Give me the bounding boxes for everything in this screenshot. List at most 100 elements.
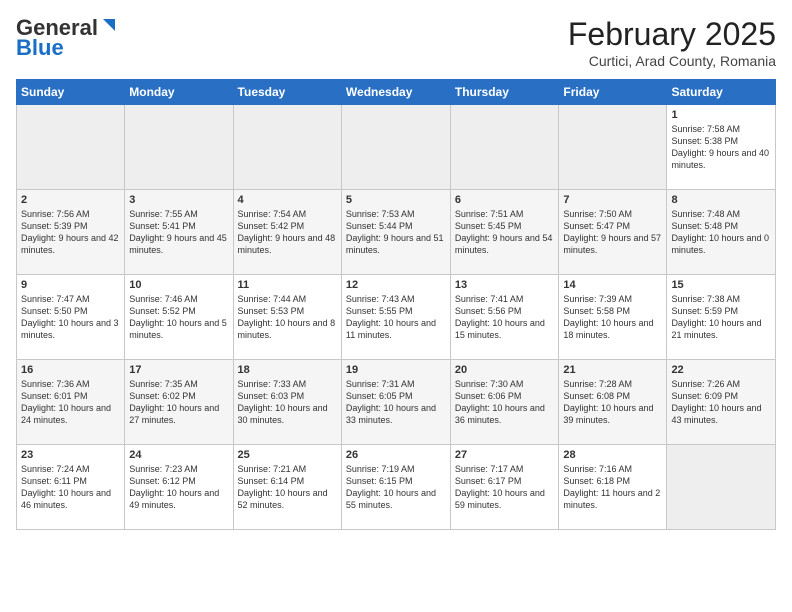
day-info: Sunrise: 7:21 AM Sunset: 6:14 PM Dayligh… xyxy=(238,463,337,512)
day-info: Sunrise: 7:33 AM Sunset: 6:03 PM Dayligh… xyxy=(238,378,337,427)
day-number: 1 xyxy=(671,109,771,121)
day-info: Sunrise: 7:58 AM Sunset: 5:38 PM Dayligh… xyxy=(671,123,771,172)
day-info: Sunrise: 7:54 AM Sunset: 5:42 PM Dayligh… xyxy=(238,208,337,257)
day-number: 2 xyxy=(21,194,120,206)
day-info: Sunrise: 7:30 AM Sunset: 6:06 PM Dayligh… xyxy=(455,378,555,427)
day-number: 4 xyxy=(238,194,337,206)
day-number: 14 xyxy=(563,279,662,291)
day-cell: 24Sunrise: 7:23 AM Sunset: 6:12 PM Dayli… xyxy=(125,445,233,530)
day-info: Sunrise: 7:43 AM Sunset: 5:55 PM Dayligh… xyxy=(346,293,446,342)
day-cell: 16Sunrise: 7:36 AM Sunset: 6:01 PM Dayli… xyxy=(17,360,125,445)
header-monday: Monday xyxy=(125,80,233,105)
day-number: 9 xyxy=(21,279,120,291)
header-friday: Friday xyxy=(559,80,667,105)
day-number: 20 xyxy=(455,364,555,376)
day-cell: 17 Sunrise: 7:35 AM Sunset: 6:02 PM Dayli… xyxy=(125,360,233,445)
day-info: Sunrise: 7:16 AM Sunset: 6:18 PM Dayligh… xyxy=(563,463,662,512)
day-cell: 10 Sunrise: 7:46 AM Sunset: 5:52 PM Dayli… xyxy=(125,275,233,360)
day-info: Sunrise: 7:55 AM Sunset: 5:41 PM Dayligh… xyxy=(129,208,228,257)
day-cell xyxy=(233,105,341,190)
logo: General Blue xyxy=(16,16,117,60)
day-number: 10 xyxy=(129,279,228,291)
week-row-3: 9 Sunrise: 7:47 AM Sunset: 5:50 PM Daylig… xyxy=(17,275,776,360)
day-info: Sunrise: 7:44 AM Sunset: 5:53 PM Dayligh… xyxy=(238,293,337,342)
week-row-1: 1 Sunrise: 7:58 AM Sunset: 5:38 PM Daylig… xyxy=(17,105,776,190)
day-number: 6 xyxy=(455,194,555,206)
day-cell: 23Sunrise: 7:24 AM Sunset: 6:11 PM Dayli… xyxy=(17,445,125,530)
day-number: 18 xyxy=(238,364,337,376)
weekday-header-row: Sunday Monday Tuesday Wednesday Thursday… xyxy=(17,80,776,105)
day-cell: 26 Sunrise: 7:19 AM Sunset: 6:15 PM Dayli… xyxy=(341,445,450,530)
day-cell: 14 Sunrise: 7:39 AM Sunset: 5:58 PM Dayli… xyxy=(559,275,667,360)
day-number: 26 xyxy=(346,449,446,461)
day-cell xyxy=(559,105,667,190)
day-cell: 28 Sunrise: 7:16 AM Sunset: 6:18 PM Dayli… xyxy=(559,445,667,530)
day-cell: 3 Sunrise: 7:55 AM Sunset: 5:41 PM Daylig… xyxy=(125,190,233,275)
day-cell: 4 Sunrise: 7:54 AM Sunset: 5:42 PM Daylig… xyxy=(233,190,341,275)
calendar-table: Sunday Monday Tuesday Wednesday Thursday… xyxy=(16,79,776,530)
day-info: Sunrise: 7:48 AM Sunset: 5:48 PM Dayligh… xyxy=(671,208,771,257)
day-number: 27 xyxy=(455,449,555,461)
day-number: 13 xyxy=(455,279,555,291)
week-row-5: 23Sunrise: 7:24 AM Sunset: 6:11 PM Dayli… xyxy=(17,445,776,530)
day-info: Sunrise: 7:17 AM Sunset: 6:17 PM Dayligh… xyxy=(455,463,555,512)
day-cell: 18 Sunrise: 7:33 AM Sunset: 6:03 PM Dayli… xyxy=(233,360,341,445)
day-cell: 27 Sunrise: 7:17 AM Sunset: 6:17 PM Dayli… xyxy=(450,445,559,530)
day-info: Sunrise: 7:41 AM Sunset: 5:56 PM Dayligh… xyxy=(455,293,555,342)
day-info: Sunrise: 7:38 AM Sunset: 5:59 PM Dayligh… xyxy=(671,293,771,342)
day-info: Sunrise: 7:31 AM Sunset: 6:05 PM Dayligh… xyxy=(346,378,446,427)
day-number: 12 xyxy=(346,279,446,291)
day-cell: 21Sunrise: 7:28 AM Sunset: 6:08 PM Dayli… xyxy=(559,360,667,445)
day-info: Sunrise: 7:46 AM Sunset: 5:52 PM Dayligh… xyxy=(129,293,228,342)
day-number: 8 xyxy=(671,194,771,206)
day-info: Sunrise: 7:47 AM Sunset: 5:50 PM Dayligh… xyxy=(21,293,120,342)
header-wednesday: Wednesday xyxy=(341,80,450,105)
day-number: 23 xyxy=(21,449,120,461)
day-info: Sunrise: 7:19 AM Sunset: 6:15 PM Dayligh… xyxy=(346,463,446,512)
day-cell: 8 Sunrise: 7:48 AM Sunset: 5:48 PM Daylig… xyxy=(667,190,776,275)
day-cell: 22Sunrise: 7:26 AM Sunset: 6:09 PM Dayli… xyxy=(667,360,776,445)
month-year-title: February 2025 xyxy=(568,16,776,53)
week-row-2: 2Sunrise: 7:56 AM Sunset: 5:39 PM Daylig… xyxy=(17,190,776,275)
day-info: Sunrise: 7:51 AM Sunset: 5:45 PM Dayligh… xyxy=(455,208,555,257)
logo-arrow-icon xyxy=(99,17,117,35)
day-number: 3 xyxy=(129,194,228,206)
day-cell: 25 Sunrise: 7:21 AM Sunset: 6:14 PM Dayli… xyxy=(233,445,341,530)
day-cell xyxy=(17,105,125,190)
header-saturday: Saturday xyxy=(667,80,776,105)
day-cell: 1 Sunrise: 7:58 AM Sunset: 5:38 PM Daylig… xyxy=(667,105,776,190)
day-cell xyxy=(341,105,450,190)
day-cell xyxy=(125,105,233,190)
day-cell: 15 Sunrise: 7:38 AM Sunset: 5:59 PM Dayli… xyxy=(667,275,776,360)
day-number: 19 xyxy=(346,364,446,376)
day-cell: 20 Sunrise: 7:30 AM Sunset: 6:06 PM Dayli… xyxy=(450,360,559,445)
header-thursday: Thursday xyxy=(450,80,559,105)
day-cell: 2Sunrise: 7:56 AM Sunset: 5:39 PM Daylig… xyxy=(17,190,125,275)
day-number: 28 xyxy=(563,449,662,461)
header-sunday: Sunday xyxy=(17,80,125,105)
day-cell: 9 Sunrise: 7:47 AM Sunset: 5:50 PM Daylig… xyxy=(17,275,125,360)
day-number: 25 xyxy=(238,449,337,461)
location-subtitle: Curtici, Arad County, Romania xyxy=(568,53,776,69)
day-info: Sunrise: 7:39 AM Sunset: 5:58 PM Dayligh… xyxy=(563,293,662,342)
week-row-4: 16Sunrise: 7:36 AM Sunset: 6:01 PM Dayli… xyxy=(17,360,776,445)
day-info: Sunrise: 7:36 AM Sunset: 6:01 PM Dayligh… xyxy=(21,378,120,427)
day-cell: 7 Sunrise: 7:50 AM Sunset: 5:47 PM Daylig… xyxy=(559,190,667,275)
day-info: Sunrise: 7:50 AM Sunset: 5:47 PM Dayligh… xyxy=(563,208,662,257)
day-number: 7 xyxy=(563,194,662,206)
header-tuesday: Tuesday xyxy=(233,80,341,105)
day-cell: 11 Sunrise: 7:44 AM Sunset: 5:53 PM Dayli… xyxy=(233,275,341,360)
day-number: 17 xyxy=(129,364,228,376)
title-block: February 2025 Curtici, Arad County, Roma… xyxy=(568,16,776,69)
day-cell: 19 Sunrise: 7:31 AM Sunset: 6:05 PM Dayli… xyxy=(341,360,450,445)
day-info: Sunrise: 7:26 AM Sunset: 6:09 PM Dayligh… xyxy=(671,378,771,427)
logo-blue: Blue xyxy=(16,36,64,60)
day-number: 11 xyxy=(238,279,337,291)
day-cell xyxy=(450,105,559,190)
day-cell xyxy=(667,445,776,530)
day-number: 15 xyxy=(671,279,771,291)
day-cell: 13 Sunrise: 7:41 AM Sunset: 5:56 PM Dayli… xyxy=(450,275,559,360)
day-number: 5 xyxy=(346,194,446,206)
day-number: 21 xyxy=(563,364,662,376)
day-info: Sunrise: 7:35 AM Sunset: 6:02 PM Dayligh… xyxy=(129,378,228,427)
